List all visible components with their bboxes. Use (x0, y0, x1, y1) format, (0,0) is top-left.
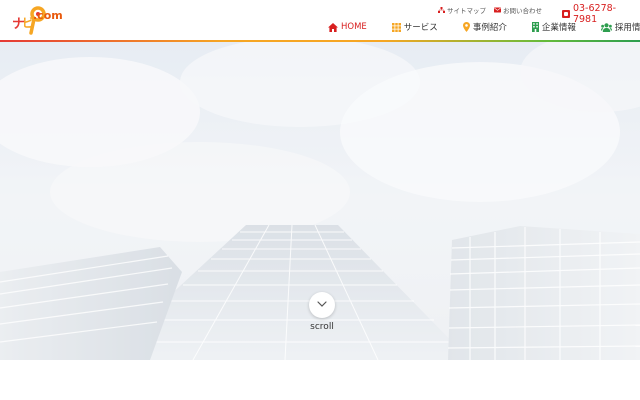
mail-icon (494, 7, 501, 12)
nav-item-services-label: サービス (403, 23, 438, 33)
sitemap-link-label: サイトマップ (447, 6, 486, 15)
utility-links: サイトマップ お問い合わせ (438, 4, 550, 15)
nav-item-recruit[interactable]: 採用情報 (600, 21, 640, 33)
nav-item-company[interactable]: 企業情報 (531, 21, 576, 33)
nav-item-recruit-label: 採用情報 (614, 23, 640, 33)
nav-item-home[interactable]: HOME (328, 22, 367, 32)
scroll-down-button[interactable] (309, 292, 335, 318)
chevron-down-icon (317, 301, 327, 307)
nav-item-case-studies-label: 事例紹介 (472, 23, 507, 33)
nav-item-company-label: 企業情報 (541, 23, 576, 33)
home-icon (328, 22, 338, 32)
sitemap-link[interactable]: サイトマップ (438, 5, 486, 15)
contact-link-label: お問い合わせ (503, 6, 542, 15)
phone-icon (562, 10, 570, 18)
main-nav: HOME サービス 事例紹介 企業情報 採用情 (328, 20, 640, 34)
users-icon (600, 22, 612, 32)
logo-text: .com (33, 9, 63, 22)
site-header: ナ ビ .com サイトマップ お問い合わせ 03-6278-7981 HOME… (0, 0, 640, 40)
contact-link[interactable]: お問い合わせ (494, 5, 542, 15)
nav-item-home-label: HOME (341, 22, 367, 32)
map-pin-icon (462, 22, 470, 32)
sitemap-icon (438, 6, 445, 13)
content-area (0, 360, 640, 400)
nav-item-services[interactable]: サービス (391, 21, 438, 33)
building-icon (531, 22, 539, 32)
grid-icon (391, 22, 401, 32)
scroll-label[interactable]: scroll (300, 322, 344, 332)
nav-item-case-studies[interactable]: 事例紹介 (462, 21, 507, 33)
